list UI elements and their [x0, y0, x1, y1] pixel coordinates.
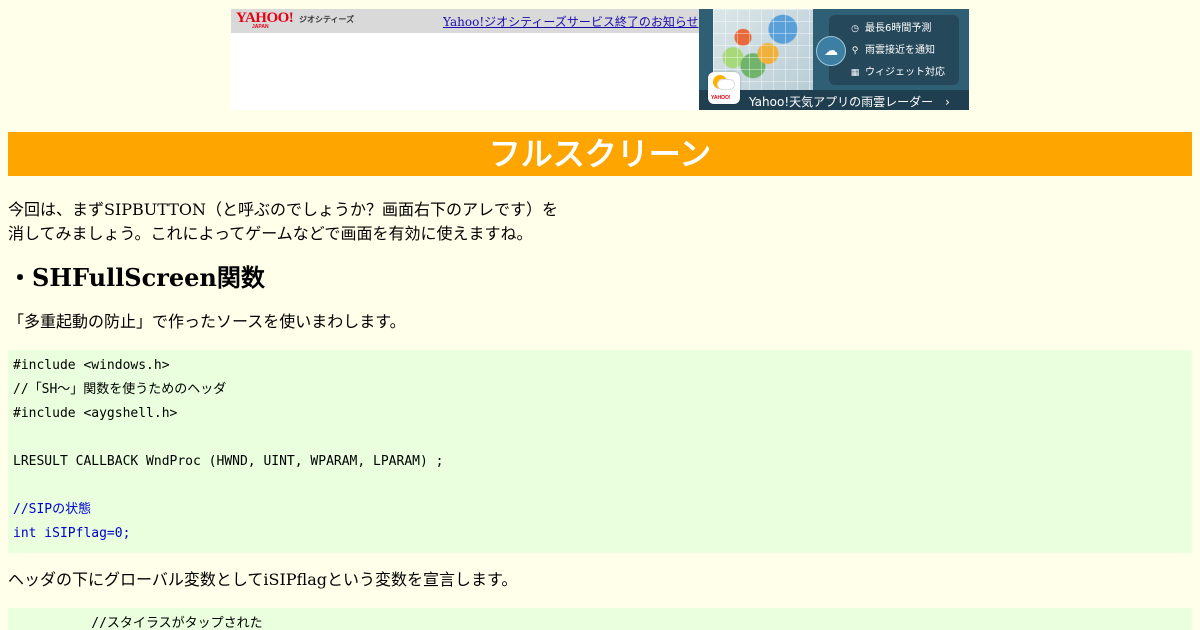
code-line: #include <windows.h> [13, 358, 170, 373]
weather-app-ad[interactable]: ◷ 最長6時間予測 ⚲ 雨雲接近を通知 ▦ ウィジェット対応 ☁ Yahoo!天気アプ… [699, 9, 969, 110]
section-text: 「多重起動の防止」で作ったソースを使いまわします。 [8, 312, 406, 331]
ad-feature-item: ⚲ 雨雲接近を通知 [849, 45, 935, 57]
code-block: //スタイラスがタップされた [8, 608, 1192, 630]
page-title: フルスクリーン [488, 135, 712, 173]
widget-icon: ▦ [850, 68, 860, 78]
pin-icon: ⚲ [851, 46, 859, 56]
code-line: LRESULT CALLBACK WndProc (HWND, UINT, WP… [13, 454, 444, 469]
section-heading: ・SHFullScreen関数 [8, 263, 265, 292]
code-line-highlight: int iSIPflag=0; [13, 526, 131, 541]
weather-app-icon: YAHOO! [708, 72, 740, 104]
rain-cloud-icon: ☁ [816, 36, 846, 66]
after-code-text: ヘッダの下にグローバル変数としてiSIPflagという変数を宣言します。 [8, 570, 518, 589]
geocities-label: ジオシティーズ [299, 15, 355, 24]
ad-feature-item: ▦ ウィジェット対応 [850, 67, 945, 78]
clock-icon: ◷ [851, 24, 859, 34]
banner-bar: YAHOO! JAPAN ジオシティーズ Yahoo!ジオシティーズサービス終了… [231, 9, 699, 33]
ad-feature-item: ◷ 最長6時間予測 [849, 23, 931, 35]
yahoo-japan-label: JAPAN [252, 24, 269, 30]
geocities-banner: YAHOO! JAPAN ジオシティーズ Yahoo!ジオシティーズサービス終了… [231, 9, 969, 110]
code-line-highlight: //SIPの状態 [13, 502, 92, 517]
ad-footer-text: Yahoo!天気アプリの雨雲レーダー › [749, 95, 950, 109]
intro-line-2: 消してみましょう。これによってゲームなどで画面を有効に使えますね。 [8, 224, 533, 243]
code-block: #include <windows.h> //「SH～」関数を使うためのヘッダ … [8, 350, 1192, 553]
yahoo-logo[interactable]: YAHOO! [236, 11, 294, 26]
code-line: //「SH～」関数を使うためのヘッダ [13, 382, 227, 397]
code-line: //スタイラスがタップされた [13, 616, 263, 630]
intro-line-1: 今回は、まずSIPBUTTON（と呼ぶのでしょうか？画面右下のアレです）を [8, 200, 559, 219]
page-title-bar: フルスクリーン [8, 132, 1192, 176]
service-end-notice-link[interactable]: Yahoo!ジオシティーズサービス終了のお知らせ [443, 13, 699, 30]
code-line: #include <aygshell.h> [13, 406, 178, 421]
ad-feature-panel: ◷ 最長6時間予測 ⚲ 雨雲接近を通知 ▦ ウィジェット対応 [829, 15, 959, 85]
